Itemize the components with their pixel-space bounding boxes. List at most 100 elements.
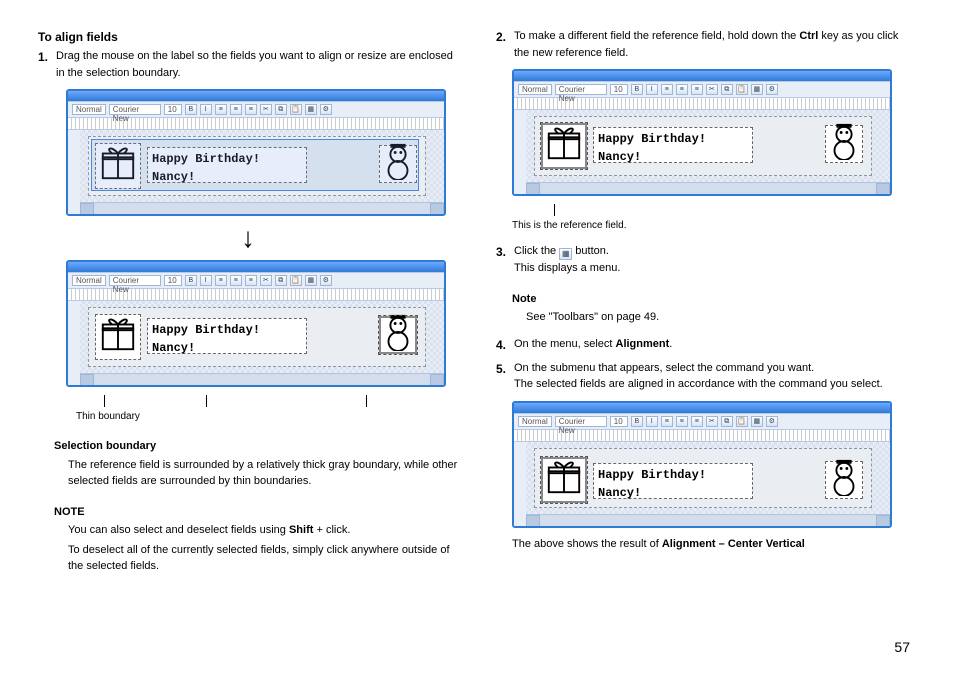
size-selector[interactable]: 10 (164, 104, 182, 115)
layout-button-icon: ▦ (559, 248, 572, 260)
section-heading: To align fields (38, 28, 458, 46)
font-selector[interactable]: Courier New (555, 84, 607, 95)
style-selector[interactable]: Normal (72, 104, 106, 115)
step-number: 3. (496, 243, 510, 277)
snowman-icon (379, 313, 417, 357)
size-selector[interactable]: 10 (610, 416, 628, 427)
font-selector[interactable]: Courier New (555, 416, 607, 427)
bold-button[interactable]: B (185, 104, 197, 115)
window-titlebar (68, 262, 444, 272)
bold-button[interactable]: B (631, 84, 643, 95)
layout-button[interactable]: ▦ (751, 416, 763, 427)
selection-boundary-heading: Selection boundary (54, 438, 458, 455)
layout-button[interactable]: ▦ (305, 275, 317, 286)
align-left-button[interactable]: ≡ (661, 416, 673, 427)
align-left-button[interactable]: ≡ (215, 104, 227, 115)
align-center-button[interactable]: ≡ (676, 84, 688, 95)
italic-button[interactable]: I (646, 84, 658, 95)
snowman-field[interactable] (825, 125, 863, 163)
scrollbar-horizontal[interactable] (80, 373, 444, 385)
gift-field[interactable] (95, 314, 141, 360)
step-4: 4. On the menu, select Alignment. (496, 336, 916, 354)
italic-button[interactable]: I (200, 275, 212, 286)
copy-button[interactable]: ⧉ (721, 416, 733, 427)
gift-field-reference[interactable] (541, 123, 587, 169)
reference-field-caption: This is the reference field. (512, 218, 916, 233)
snowman-icon (825, 122, 863, 166)
cut-button[interactable]: ✂ (260, 104, 272, 115)
props-button[interactable]: ⚙ (766, 416, 778, 427)
note-heading: NOTE (54, 504, 458, 521)
snowman-field[interactable] (379, 145, 417, 183)
gift-icon (545, 124, 583, 168)
snowman-field-reference[interactable] (379, 316, 417, 354)
note-line-1: You can also select and deselect fields … (68, 522, 458, 539)
align-center-button[interactable]: ≡ (230, 104, 242, 115)
screenshot-editor-2: Normal Courier New 10 B I ≡ ≡ ≡ ✂ ⧉ 📋 ▦ … (66, 260, 458, 387)
copy-button[interactable]: ⧉ (721, 84, 733, 95)
style-selector[interactable]: Normal (518, 416, 552, 427)
paste-button[interactable]: 📋 (290, 104, 302, 115)
text-field[interactable]: Happy Birthday! Nancy! (593, 127, 753, 163)
left-column: To align fields 1. Drag the mouse on the… (38, 28, 458, 578)
text-field[interactable]: Happy Birthday! Nancy! (593, 463, 753, 499)
props-button[interactable]: ⚙ (766, 84, 778, 95)
align-right-button[interactable]: ≡ (245, 104, 257, 115)
size-selector[interactable]: 10 (164, 275, 182, 286)
scrollbar-horizontal[interactable] (80, 202, 444, 214)
copy-button[interactable]: ⧉ (275, 104, 287, 115)
text-field[interactable]: Happy Birthday! Nancy! (147, 147, 307, 183)
align-center-button[interactable]: ≡ (676, 416, 688, 427)
align-right-button[interactable]: ≡ (245, 275, 257, 286)
snowman-field[interactable] (825, 461, 863, 499)
paste-button[interactable]: 📋 (736, 416, 748, 427)
style-selector[interactable]: Normal (72, 275, 106, 286)
toolbar: Normal Courier New 10 B I ≡ ≡ ≡ ✂ ⧉ 📋 ▦ … (514, 81, 890, 98)
text-field[interactable]: Happy Birthday! Nancy! (147, 318, 307, 354)
step-body: Drag the mouse on the label so the field… (56, 48, 458, 81)
bold-button[interactable]: B (631, 416, 643, 427)
label-canvas: Happy Birthday! Nancy! (514, 110, 890, 194)
label-canvas: Happy Birthday! Nancy! (514, 442, 890, 526)
step-5: 5. On the submenu that appears, select t… (496, 360, 916, 393)
gift-field-reference[interactable] (541, 457, 587, 503)
props-button[interactable]: ⚙ (320, 275, 332, 286)
props-button[interactable]: ⚙ (320, 104, 332, 115)
toolbar: Normal Courier New 10 B I ≡ ≡ ≡ ✂ ⧉ 📋 ▦ … (68, 272, 444, 289)
bold-button[interactable]: B (185, 275, 197, 286)
align-right-button[interactable]: ≡ (691, 84, 703, 95)
font-selector[interactable]: Courier New (109, 104, 161, 115)
gift-field[interactable] (95, 143, 141, 189)
toolbar: Normal Courier New 10 B I ≡ ≡ ≡ ✂ ⧉ 📋 ▦ … (514, 413, 890, 430)
paste-button[interactable]: 📋 (736, 84, 748, 95)
callout-leaders (66, 395, 458, 407)
align-left-button[interactable]: ≡ (661, 84, 673, 95)
step-number: 4. (496, 336, 510, 354)
step-number: 5. (496, 360, 510, 393)
window-titlebar (514, 403, 890, 413)
step-3: 3. Click the ▦ button. This displays a m… (496, 243, 916, 277)
step-body: On the submenu that appears, select the … (514, 360, 916, 393)
step-body: Click the ▦ button. This displays a menu… (514, 243, 916, 277)
align-right-button[interactable]: ≡ (691, 416, 703, 427)
screenshot-editor-1: Normal Courier New 10 B I ≡ ≡ ≡ ✂ ⧉ 📋 ▦ … (66, 89, 458, 216)
font-selector[interactable]: Courier New (109, 275, 161, 286)
cut-button[interactable]: ✂ (706, 416, 718, 427)
italic-button[interactable]: I (646, 416, 658, 427)
style-selector[interactable]: Normal (518, 84, 552, 95)
italic-button[interactable]: I (200, 104, 212, 115)
callout-leader (512, 204, 916, 216)
size-selector[interactable]: 10 (610, 84, 628, 95)
cut-button[interactable]: ✂ (706, 84, 718, 95)
align-center-button[interactable]: ≡ (230, 275, 242, 286)
step-body: To make a different field the reference … (514, 28, 916, 61)
layout-button[interactable]: ▦ (751, 84, 763, 95)
paste-button[interactable]: 📋 (290, 275, 302, 286)
cut-button[interactable]: ✂ (260, 275, 272, 286)
align-left-button[interactable]: ≡ (215, 275, 227, 286)
scrollbar-horizontal[interactable] (526, 182, 890, 194)
step-1: 1. Drag the mouse on the label so the fi… (38, 48, 458, 81)
scrollbar-horizontal[interactable] (526, 514, 890, 526)
layout-button[interactable]: ▦ (305, 104, 317, 115)
copy-button[interactable]: ⧉ (275, 275, 287, 286)
